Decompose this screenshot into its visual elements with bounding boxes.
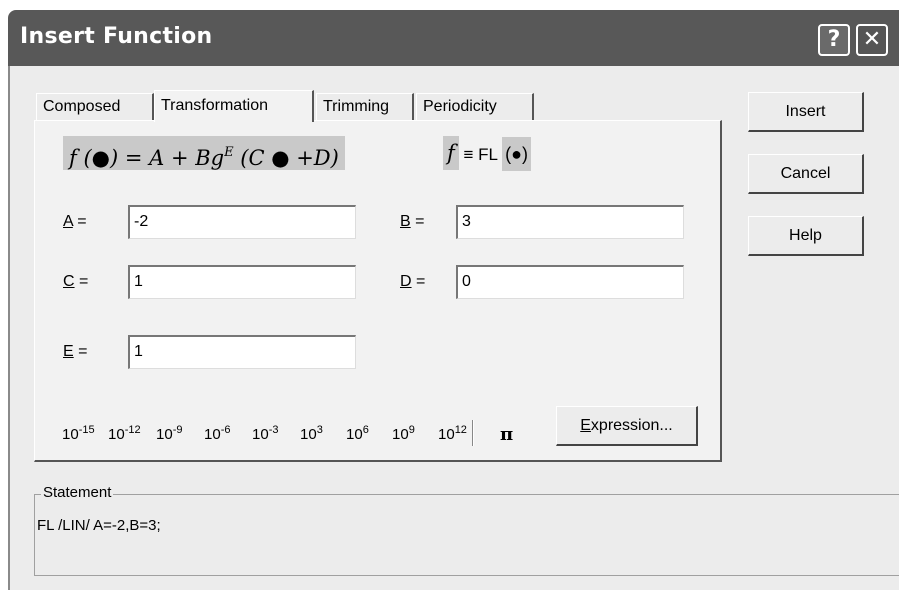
help-button[interactable]: Help <box>748 216 864 256</box>
tab-transformation[interactable]: Transformation <box>154 90 314 122</box>
expression-label: xpression... <box>590 417 673 434</box>
power-base: 10 <box>392 426 409 443</box>
power-exponent: -3 <box>268 424 279 436</box>
power-button-1e6[interactable]: 106 <box>346 424 369 443</box>
power-base: 10 <box>156 426 173 443</box>
param-c-label: C = <box>63 273 88 291</box>
transformation-formula: f (●) = A + BgE (C ● +D) <box>63 136 345 170</box>
param-b-label: B = <box>400 213 424 231</box>
title-bar[interactable]: Insert Function ? ✕ <box>8 10 899 66</box>
tab-periodicity[interactable]: Periodicity <box>416 93 534 120</box>
param-d-eq: = <box>411 273 426 290</box>
param-b-eq: = <box>410 213 425 230</box>
param-d-label: D = <box>400 273 425 291</box>
param-b-input[interactable]: 3 <box>456 205 684 239</box>
param-e-eq: = <box>73 343 88 360</box>
power-base: 10 <box>346 426 363 443</box>
statement-group: Statement FL /LIN/ A=-2,B=3; <box>34 484 899 576</box>
power-button-1e12[interactable]: 1012 <box>438 424 467 443</box>
expression-button[interactable]: Expression... <box>556 406 698 446</box>
param-e-label: E = <box>63 343 87 361</box>
insert-function-dialog: Insert Function ? ✕ Composed Transformat… <box>0 0 899 590</box>
power-base: 10 <box>108 426 125 443</box>
power-separator <box>472 420 474 446</box>
formula-exponent: E <box>224 145 234 160</box>
power-exponent: -6 <box>220 424 231 436</box>
power-button-1e-15[interactable]: 10-15 <box>62 424 95 443</box>
help-title-button[interactable]: ? <box>818 24 850 56</box>
power-button-1e-9[interactable]: 10-9 <box>156 424 182 443</box>
tab-composed[interactable]: Composed <box>36 93 154 120</box>
dialog-client-area: Composed Transformation Trimming Periodi… <box>8 66 899 590</box>
param-c-accel: C <box>63 273 75 290</box>
power-button-1e-12[interactable]: 10-12 <box>108 424 141 443</box>
formula-rhs: (C ● +D) <box>233 146 339 170</box>
definition-fl: ≡ FL <box>463 145 498 164</box>
power-base: 10 <box>204 426 221 443</box>
param-d-input[interactable]: 0 <box>456 265 684 299</box>
power-exponent: 6 <box>362 424 369 436</box>
definition-f: f <box>443 136 459 170</box>
param-a-accel: A <box>63 213 73 230</box>
param-b-accel: B <box>400 213 411 230</box>
expression-accel: E <box>580 417 591 434</box>
power-base: 10 <box>438 426 455 443</box>
window-title: Insert Function <box>20 24 213 49</box>
power-exponent: -12 <box>124 424 141 436</box>
power-exponent: 12 <box>454 424 467 436</box>
cancel-button[interactable]: Cancel <box>748 154 864 194</box>
param-d-accel: D <box>400 273 412 290</box>
tab-trimming[interactable]: Trimming <box>316 93 414 120</box>
power-base: 10 <box>62 426 79 443</box>
power-button-1e-6[interactable]: 10-6 <box>204 424 230 443</box>
param-e-accel: E <box>63 343 74 360</box>
statement-label: Statement <box>41 484 114 501</box>
power-exponent: 9 <box>408 424 415 436</box>
param-c-eq: = <box>74 273 89 290</box>
param-a-label: A = <box>63 213 87 231</box>
definition-argument: (●) <box>502 137 531 171</box>
power-exponent: -9 <box>172 424 183 436</box>
param-e-input[interactable]: 1 <box>128 335 356 369</box>
function-definition: f ≡ FL (●) <box>443 136 531 171</box>
power-base: 10 <box>252 426 269 443</box>
power-button-1e-3[interactable]: 10-3 <box>252 424 278 443</box>
power-exponent: -15 <box>78 424 95 436</box>
power-exponent: 3 <box>316 424 323 436</box>
formula-lhs: f (●) = A + Bg <box>69 146 225 170</box>
insert-button[interactable]: Insert <box>748 92 864 132</box>
pi-button[interactable]: π <box>500 424 513 445</box>
param-a-input[interactable]: -2 <box>128 205 356 239</box>
statement-text: FL /LIN/ A=-2,B=3; <box>37 517 161 534</box>
close-button[interactable]: ✕ <box>856 24 888 56</box>
param-a-eq: = <box>72 213 87 230</box>
power-button-1e3[interactable]: 103 <box>300 424 323 443</box>
power-base: 10 <box>300 426 317 443</box>
param-c-input[interactable]: 1 <box>128 265 356 299</box>
power-button-1e9[interactable]: 109 <box>392 424 415 443</box>
